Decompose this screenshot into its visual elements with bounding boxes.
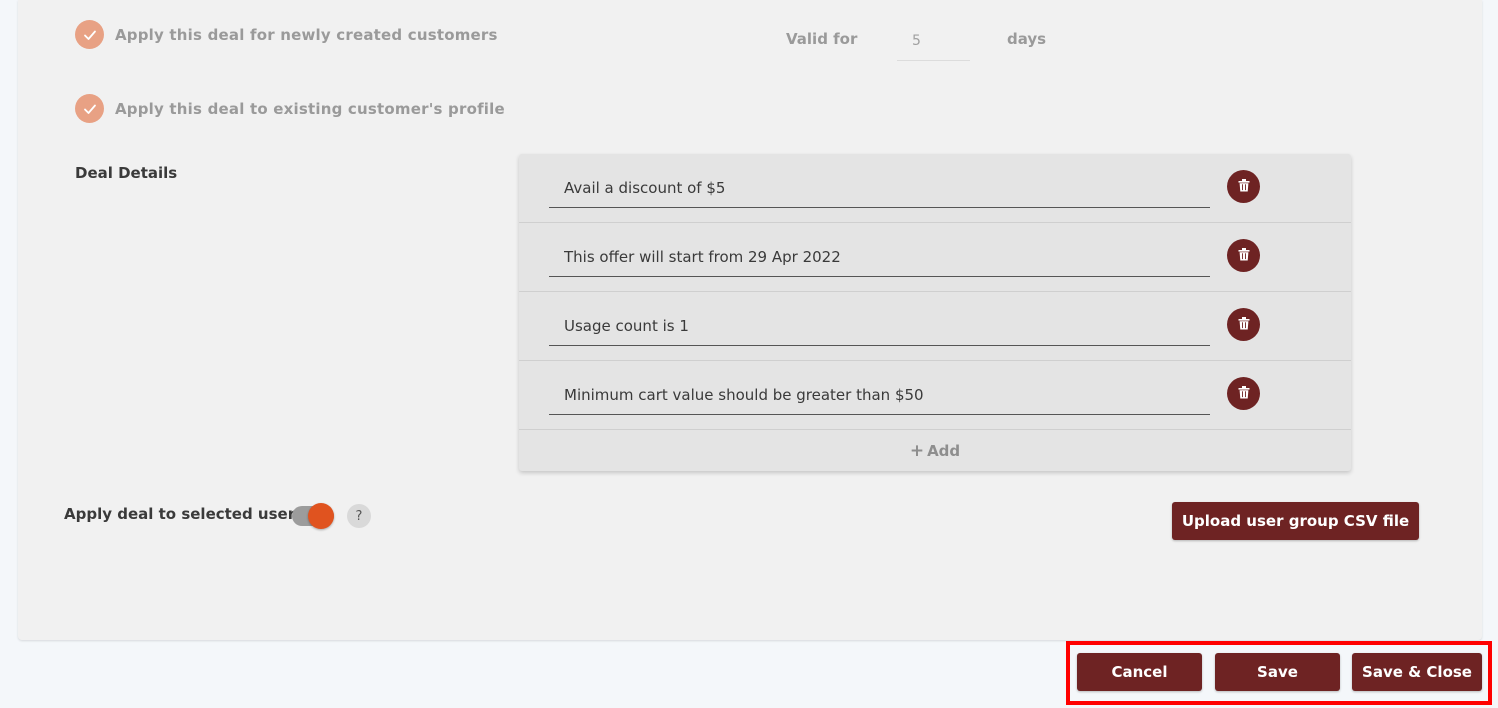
existing-customers-option[interactable]: Apply this deal to existing customer's p… [75,94,505,123]
deal-item [519,361,1351,430]
valid-for-label: Valid for [786,30,858,48]
add-deal-button[interactable]: + Add [519,430,1351,471]
delete-deal-button[interactable] [1227,377,1260,410]
deal-item-input[interactable] [549,375,1210,415]
trash-icon [1238,385,1250,402]
new-customers-label: Apply this deal for newly created custom… [115,25,498,44]
trash-icon [1238,316,1250,333]
upload-csv-button[interactable]: Upload user group CSV file [1172,502,1419,540]
valid-days-input[interactable] [897,22,970,61]
checkmark-icon[interactable] [75,94,104,123]
delete-deal-button[interactable] [1227,170,1260,203]
deal-item-input[interactable] [549,168,1210,208]
trash-icon [1238,247,1250,264]
delete-deal-button[interactable] [1227,308,1260,341]
deal-details-title: Deal Details [75,164,178,182]
plus-icon: + [909,440,925,461]
deal-item [519,292,1351,361]
delete-deal-button[interactable] [1227,239,1260,272]
cancel-button[interactable]: Cancel [1077,653,1202,691]
deal-item-input[interactable] [549,306,1210,346]
help-icon[interactable]: ? [347,504,371,528]
toggle-knob [308,503,334,529]
days-label: days [1007,30,1047,48]
add-deal-label: Add [927,441,961,460]
checkmark-icon[interactable] [75,20,104,49]
selected-users-label: Apply deal to selected users [64,505,305,523]
deal-item-input[interactable] [549,237,1210,277]
existing-customers-label: Apply this deal to existing customer's p… [115,99,505,118]
deal-item [519,223,1351,292]
deal-details-list: + Add [519,154,1351,471]
new-customers-option[interactable]: Apply this deal for newly created custom… [75,20,498,49]
deal-item [519,154,1351,223]
save-close-button[interactable]: Save & Close [1352,653,1482,691]
selected-users-toggle[interactable] [292,503,334,529]
trash-icon [1238,178,1250,195]
save-button[interactable]: Save [1215,653,1340,691]
